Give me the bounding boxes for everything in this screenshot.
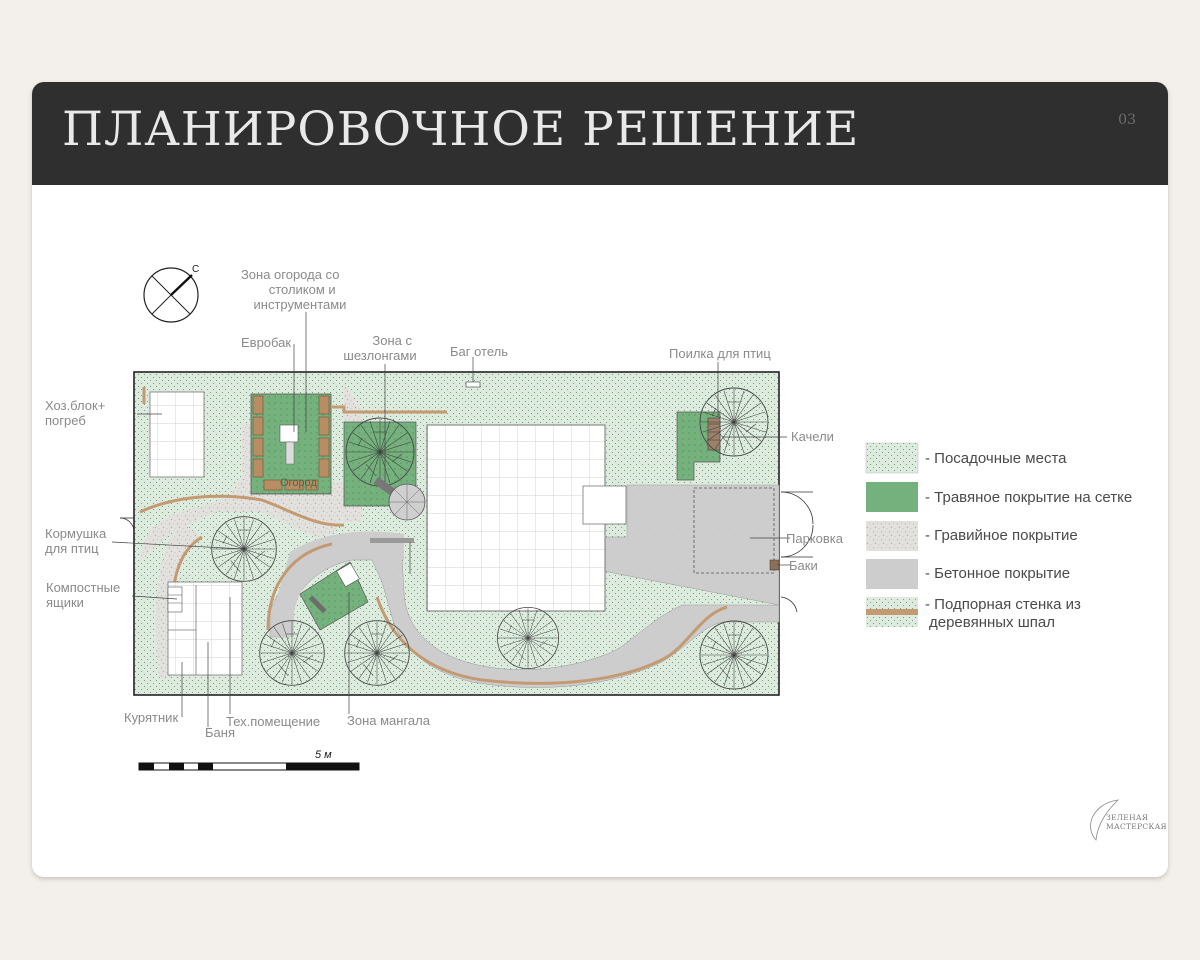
scale-bar-label: 5 м (315, 749, 332, 761)
utility-block-label-line: погреб (45, 413, 86, 428)
legend-swatch (866, 559, 918, 589)
garden-zone-label: Зона огорода со столиком и инструментами (241, 267, 347, 312)
slide-card: ПЛАНИРОВОЧНОЕ РЕШЕНИЕ 03 С Огород Зона о… (32, 82, 1168, 877)
house-porch (582, 485, 627, 525)
compost-label-line: ящики (46, 595, 84, 610)
swings-label: Качели (791, 429, 834, 444)
legend-label-line: деревянных шпал (929, 614, 1055, 631)
tree-icon (699, 387, 769, 457)
legend-item-sleeper-wall: - Подпорная стенка из деревянных шпал (866, 596, 1085, 631)
tech-room-label: Тех.помещение (226, 714, 320, 729)
lounger-zone-label: Зона с шезлонгами (343, 333, 416, 363)
legend-label: - Посадочные места (925, 450, 1067, 467)
garden-bed-label: Огород (280, 477, 317, 489)
terrace-steps (370, 538, 414, 543)
brand-logo: ЗЕЛЕНАЯ МАСТЕРСКАЯ (1090, 799, 1167, 841)
chicken-coop-label: Курятник (124, 710, 178, 725)
tree-icon (344, 620, 410, 686)
bird-drinker-label: Поилка для птиц (669, 346, 771, 361)
utility-block-label: Хоз.блок+ погреб (45, 398, 109, 428)
legend-label: - Бетонное покрытие (925, 565, 1070, 582)
compass-icon: С (143, 264, 199, 323)
legend-item-concrete: - Бетонное покрытие (866, 559, 1070, 589)
lounger-zone (343, 417, 426, 521)
lounger-zone-label-line: шезлонгами (343, 348, 416, 363)
outbuildings-south (167, 581, 243, 676)
bug-hotel-label: Баг отель (450, 344, 508, 359)
utility-block-label-line: Хоз.блок+ (45, 398, 105, 413)
logo-line: ЗЕЛЕНАЯ (1106, 813, 1148, 822)
site-plot: Огород (119, 371, 814, 696)
legend-label: - Гравийное покрытие (925, 527, 1078, 544)
legend-item-grass-grid: - Травяное покрытие на сетке (866, 482, 1132, 512)
legend-swatch (865, 442, 919, 474)
logo-line: МАСТЕРСКАЯ (1106, 822, 1167, 831)
bird-feeder-label-line: для птиц (45, 541, 99, 556)
tree-icon (259, 620, 325, 686)
bins-label: Баки (789, 558, 818, 573)
garden-zone-label-line: инструментами (254, 297, 347, 312)
bird-feeder-label: Кормушка для птиц (45, 526, 110, 556)
lounger-zone-label-line: Зона с (372, 333, 412, 348)
legend-label-line: - Подпорная стенка из (925, 596, 1081, 613)
legend-swatch (866, 482, 918, 512)
legend-label: - Подпорная стенка из деревянных шпал (925, 596, 1085, 631)
legend-swatch (866, 521, 918, 551)
tree-icon (496, 606, 560, 670)
eurobak-label: Евробак (241, 335, 291, 350)
legend: - Посадочные места - Травяное покрытие н… (865, 442, 1132, 631)
compass-north-letter: С (192, 264, 199, 275)
legend-label: - Травяное покрытие на сетке (925, 489, 1132, 506)
legend-item-gravel: - Гравийное покрытие (866, 521, 1078, 551)
garden-zone-label-line: столиком и (269, 282, 336, 297)
bug-hotel (465, 381, 481, 388)
site-plan-diagram: С Огород Зона огорода со столиком и инст… (45, 264, 1167, 841)
bbq-zone-label: Зона мангала (347, 713, 431, 728)
house (426, 424, 606, 612)
bird-feeder-label-line: Кормушка (45, 526, 107, 541)
scale-bar: 5 м (138, 749, 360, 771)
compost-label: Компостные ящики (46, 580, 124, 610)
garden-zone-label-line: Зона огорода со (241, 267, 340, 282)
legend-item-planting: - Посадочные места (865, 442, 1067, 474)
utility-block (149, 391, 205, 478)
compost-label-line: Компостные (46, 580, 120, 595)
tree-icon (699, 620, 769, 690)
parking-label: Парковка (786, 531, 844, 546)
